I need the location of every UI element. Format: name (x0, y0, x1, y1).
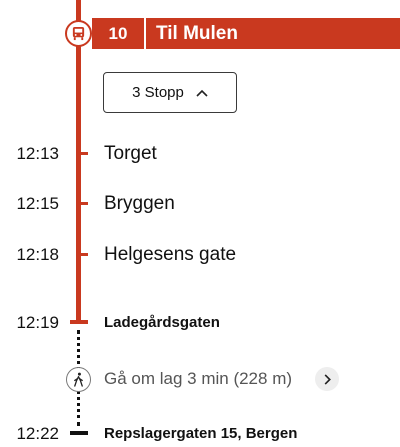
walk-icon (66, 367, 91, 392)
destination-name[interactable]: Repslagergaten 15, Bergen (104, 425, 297, 442)
stop-time: 12:19 (16, 313, 59, 332)
walk-details-button[interactable] (315, 367, 339, 391)
stop-name-bryggen[interactable]: Bryggen (104, 193, 175, 215)
stop-name-ladegardsgaten[interactable]: Ladegårdsgaten (104, 314, 220, 331)
stop-name-torget[interactable]: Torget (104, 143, 157, 165)
bus-line-banner: 10 Til Mulen (92, 18, 400, 49)
stop-tick (81, 253, 88, 256)
destination-tick (70, 431, 88, 435)
stops-toggle-button[interactable]: 3 Stopp (103, 72, 237, 113)
walk-duration-text: Gå om lag 3 min (228 m) (104, 369, 293, 388)
stop-name-helgesens-gate[interactable]: Helgesens gate (104, 244, 236, 266)
stop-time: 12:18 (16, 245, 59, 264)
bus-icon (65, 20, 92, 47)
stops-toggle-label: 3 Stopp (132, 84, 184, 101)
stop-time: 12:13 (16, 144, 59, 163)
chevron-up-icon (196, 89, 208, 97)
chevron-right-icon (324, 373, 331, 385)
bus-route-line (76, 0, 81, 320)
line-number: 10 (92, 18, 146, 49)
stop-tick (81, 152, 88, 155)
alight-stop-tick (70, 320, 88, 324)
stop-time: 12:15 (16, 194, 59, 213)
line-destination: Til Mulen (156, 22, 238, 44)
stop-tick (81, 202, 88, 205)
destination-time: 12:22 (16, 424, 59, 443)
